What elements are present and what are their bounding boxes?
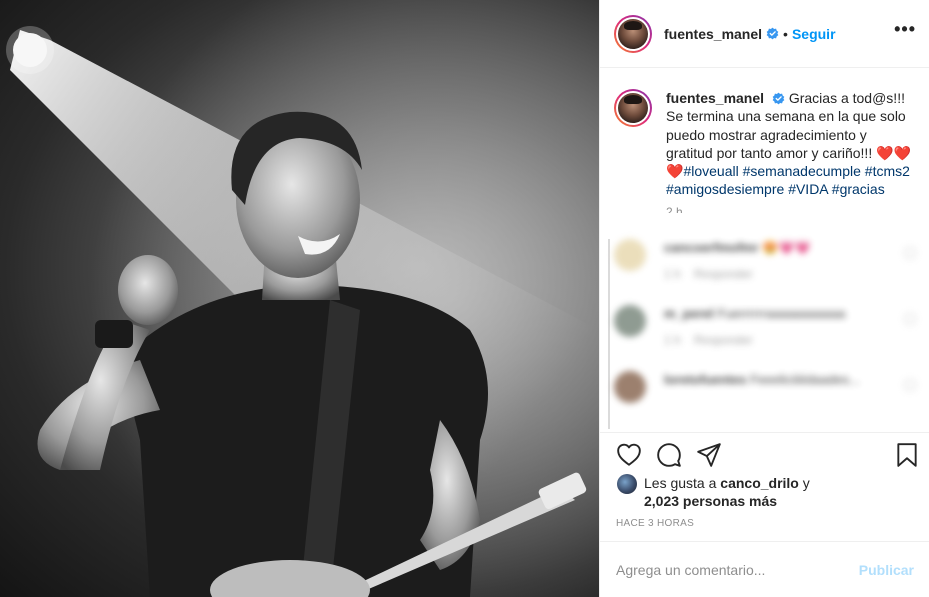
avatar-image (618, 18, 648, 49)
post-timestamp[interactable]: HACE 3 HORAS (616, 518, 694, 529)
comment-body: cancoerfmofmr 😍💗💗 1 h Responder (664, 239, 811, 283)
hashtag-link[interactable]: #amigosdesiempre (666, 181, 784, 197)
hashtag-link[interactable]: #semanadecumple (743, 163, 861, 179)
likes-connector: y (798, 475, 810, 491)
caption-text: fuentes_manel Gracias a tod@s!!! Se term… (666, 89, 916, 199)
comment-like-icon[interactable] (904, 312, 916, 325)
comments-section[interactable]: fuentes_manel Gracias a tod@s!!! Se term… (600, 69, 929, 432)
reply-button[interactable]: Responder (694, 267, 753, 281)
post-photo[interactable] (0, 0, 599, 597)
comment-text: 😍💗💗 (762, 239, 811, 255)
share-icon[interactable] (696, 442, 722, 468)
comment-item[interactable]: m_perel Fuerrrrrraaaaaaaaaaa 1 h Respond… (600, 304, 929, 349)
comment-like-icon[interactable] (904, 378, 916, 391)
author-username[interactable]: fuentes_manel (664, 26, 762, 42)
comment-username[interactable]: m_perel (664, 306, 714, 321)
comment-body: loretofuentes Feeeliciiiiidaades... (664, 371, 860, 389)
comment-body: m_perel Fuerrrrrraaaaaaaaaaa 1 h Respond… (664, 305, 845, 349)
hashtag-link[interactable]: #VIDA (788, 181, 828, 197)
caption: fuentes_manel Gracias a tod@s!!! Se term… (600, 69, 929, 199)
heart-icon[interactable] (616, 442, 642, 468)
likes-text: Les gusta a canco_drilo y 2,023 personas… (644, 474, 810, 514)
bookmark-icon[interactable] (894, 442, 920, 468)
post-panel: fuentes_manel • Seguir ••• fuentes_manel… (599, 0, 929, 597)
separator-dot: • (783, 25, 788, 42)
reply-button[interactable]: Responder (694, 333, 753, 347)
comment-input[interactable] (616, 561, 859, 578)
comment-like-icon[interactable] (904, 246, 916, 259)
verified-badge-icon (772, 92, 785, 105)
follow-button[interactable]: Seguir (792, 26, 836, 42)
likes-count[interactable]: 2,023 personas más (644, 493, 777, 509)
comment-item[interactable]: loretofuentes Feeeliciiiiidaades... (600, 370, 929, 403)
post-header: fuentes_manel • Seguir ••• (600, 0, 929, 68)
add-comment-bar: Publicar (600, 541, 929, 597)
comment-icon[interactable] (656, 442, 682, 468)
comment-avatar[interactable] (614, 370, 646, 403)
publish-button[interactable]: Publicar (859, 562, 914, 578)
comment-avatar[interactable] (614, 238, 646, 271)
likes-prefix: Les gusta a (644, 475, 721, 491)
likes-summary: Les gusta a canco_drilo y 2,023 personas… (617, 474, 917, 514)
liker-username[interactable]: canco_drilo (720, 475, 799, 491)
heart-emoji: ❤️ (876, 144, 894, 161)
comment-username[interactable]: loretofuentes (664, 372, 746, 387)
hashtag-link[interactable]: #gracias (832, 181, 885, 197)
caption-time: 2 h (666, 204, 683, 213)
action-bar (600, 432, 929, 472)
comment-item[interactable]: cancoerfmofmr 😍💗💗 1 h Responder (600, 238, 929, 283)
comment-time: 1 h (664, 266, 681, 281)
comment-username[interactable]: cancoerfmofmr (664, 240, 759, 255)
more-options-icon[interactable]: ••• (894, 20, 916, 38)
comment-avatar[interactable] (614, 304, 646, 337)
comment-time: 1 h (664, 332, 681, 347)
author-avatar[interactable] (614, 14, 652, 53)
hashtag-link[interactable]: #loveuall (683, 163, 738, 179)
caption-username[interactable]: fuentes_manel (666, 90, 764, 106)
avatar-image (618, 93, 648, 123)
comment-text: Fuerrrrrraaaaaaaaaaa (717, 305, 846, 321)
comment-text: Feeeliciiiiidaades... (749, 371, 860, 387)
verified-badge-icon (766, 27, 779, 40)
concert-photo-illustration (0, 0, 599, 597)
hashtag-link[interactable]: #tcms2 (865, 163, 910, 179)
caption-avatar[interactable] (614, 89, 652, 127)
liker-avatar[interactable] (617, 474, 637, 494)
